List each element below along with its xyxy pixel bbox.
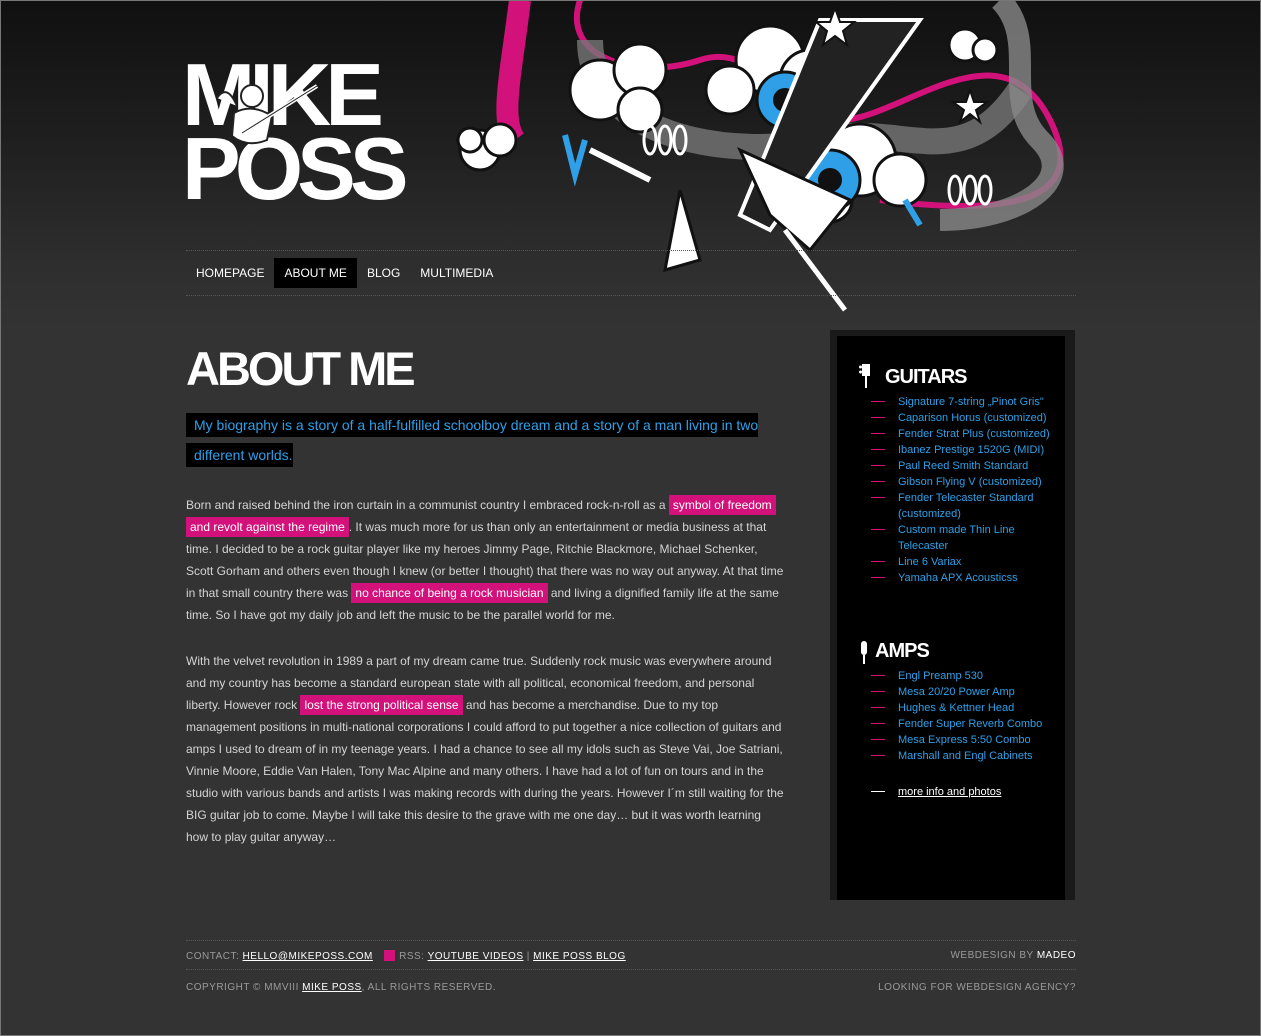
header-illustration (456, 0, 1064, 312)
footer-top-rule (186, 940, 1076, 941)
guitar-item[interactable]: Yamaha APX Acousticss (871, 570, 1061, 586)
intro-highlight: My biography is a story of a half-fulfil… (186, 413, 759, 467)
p1-highlight-2: no chance of being a rock musician (351, 583, 548, 603)
guitar-item[interactable]: Ibanez Prestige 1520G (MIDI) (871, 442, 1061, 458)
cherub-guitar-icon (216, 84, 319, 145)
webdesign-credit: WEBDESIGN BY MADEO (950, 950, 1076, 961)
footer-mid-rule (186, 969, 1076, 970)
footer-separator: | (526, 951, 530, 962)
guitars-heading: GUITARS (885, 366, 968, 388)
guitar-headstock-icon (859, 364, 870, 388)
webdesign-madeo[interactable]: MADEO (1037, 950, 1076, 961)
rss-label: RSS: (399, 951, 425, 962)
copyright-link[interactable]: MIKE POSS (302, 982, 362, 993)
amp-item[interactable]: Mesa Express 5:50 Combo (871, 732, 1061, 748)
amp-item[interactable]: Marshall and Engl Cabinets (871, 748, 1061, 764)
guitar-item[interactable]: Signature 7-string „Pinot Gris" (871, 394, 1061, 410)
guitar-item[interactable]: Fender Telecaster Standard (customized) (871, 490, 1061, 522)
guitar-item[interactable]: Fender Strat Plus (customized) (871, 426, 1061, 442)
nav-item-multimedia[interactable]: MULTIMEDIA (410, 258, 503, 288)
more-info-link[interactable]: more info and photos (871, 784, 1001, 800)
footer-row-2: COPYRIGHT © MMVIII MIKE POSS, ALL RIGHTS… (186, 982, 1076, 993)
guitar-item[interactable]: Line 6 Variax (871, 554, 1061, 570)
main-nav: HOMEPAGE ABOUT ME BLOG MULTIMEDIA (186, 258, 503, 288)
nav-item-blog[interactable]: BLOG (357, 258, 410, 288)
bio-paragraph-1: Born and raised behind the iron curtain … (186, 494, 786, 626)
copyright-rights: , ALL RIGHTS RESERVED. (361, 982, 497, 993)
main-content: ABOUT ME My biography is a story of a ha… (186, 340, 786, 848)
agency-link[interactable]: LOOKING FOR WEBDESIGN AGENCY? (878, 982, 1076, 993)
contact-email-link[interactable]: HELLO@MIKEPOSS.COM (243, 951, 373, 962)
guitar-item[interactable]: Paul Reed Smith Standard (871, 458, 1061, 474)
nav-item-about-me[interactable]: ABOUT ME (274, 258, 357, 288)
site-logo[interactable]: MIKE POSS (182, 51, 422, 213)
amps-heading: AMPS (875, 640, 930, 662)
p2-text-b: and has become a merchandise. Due to my … (186, 698, 784, 844)
guitar-item[interactable]: Caparison Horus (customized) (871, 410, 1061, 426)
sidebar: GUITARS Signature 7-string „Pinot Gris" … (837, 336, 1065, 900)
contact-label: CONTACT: (186, 951, 240, 962)
copyright-text: COPYRIGHT © MMVIII (186, 982, 299, 993)
footer-row-1: CONTACT: HELLO@MIKEPOSS.COM RSS: YOUTUBE… (186, 950, 1076, 962)
amp-item[interactable]: Engl Preamp 530 (871, 668, 1061, 684)
amp-knob-icon (861, 641, 867, 664)
nav-item-homepage[interactable]: HOMEPAGE (186, 258, 274, 288)
bio-paragraph-2: With the velvet revolution in 1989 a par… (186, 650, 786, 848)
p2-highlight-1: lost the strong political sense (300, 695, 463, 715)
page-title: ABOUT ME (186, 342, 416, 395)
intro-text: My biography is a story of a half-fulfil… (186, 410, 766, 470)
p1-text-a: Born and raised behind the iron curtain … (186, 498, 669, 512)
rss-icon (384, 950, 396, 961)
nav-bottom-rule (186, 295, 1076, 296)
guitar-item[interactable]: Custom made Thin Line Telecaster (871, 522, 1061, 554)
guitar-item[interactable]: Gibson Flying V (customized) (871, 474, 1061, 490)
youtube-videos-link[interactable]: YOUTUBE VIDEOS (428, 951, 524, 962)
amps-list: Engl Preamp 530 Mesa 20/20 Power Amp Hug… (871, 668, 1061, 764)
amp-item[interactable]: Mesa 20/20 Power Amp (871, 684, 1061, 700)
amp-item[interactable]: Fender Super Reverb Combo (871, 716, 1061, 732)
guitars-list: Signature 7-string „Pinot Gris" Capariso… (871, 394, 1061, 586)
nav-top-rule (186, 250, 1076, 251)
blog-link[interactable]: MIKE POSS BLOG (533, 951, 626, 962)
webdesign-label: WEBDESIGN BY (950, 950, 1034, 961)
amp-item[interactable]: Hughes & Kettner Head (871, 700, 1061, 716)
